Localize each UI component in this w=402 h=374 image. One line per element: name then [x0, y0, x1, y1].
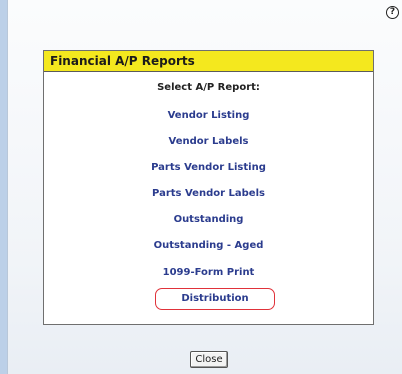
report-link-outstanding-aged[interactable]: Outstanding - Aged [44, 239, 373, 253]
report-link-parts-vendor-listing[interactable]: Parts Vendor Listing [44, 161, 373, 175]
report-link-vendor-listing[interactable]: Vendor Listing [44, 109, 373, 123]
panel-subtitle: Select A/P Report: [157, 82, 260, 93]
report-link-outstanding[interactable]: Outstanding [44, 213, 373, 227]
report-link-parts-vendor-labels[interactable]: Parts Vendor Labels [44, 187, 373, 201]
panel-title: Financial A/P Reports [44, 51, 373, 72]
report-link-vendor-labels[interactable]: Vendor Labels [44, 135, 373, 149]
help-icon[interactable]: ? [386, 6, 399, 19]
report-link-distribution[interactable]: Distribution [155, 288, 275, 310]
report-link-1099-form-print[interactable]: 1099-Form Print [44, 266, 373, 280]
reports-dialog: ? Financial A/P Reports Select A/P Repor… [7, 0, 402, 374]
financial-ap-reports-panel: Financial A/P Reports Select A/P Report:… [43, 50, 374, 325]
close-button[interactable]: Close [190, 351, 228, 368]
